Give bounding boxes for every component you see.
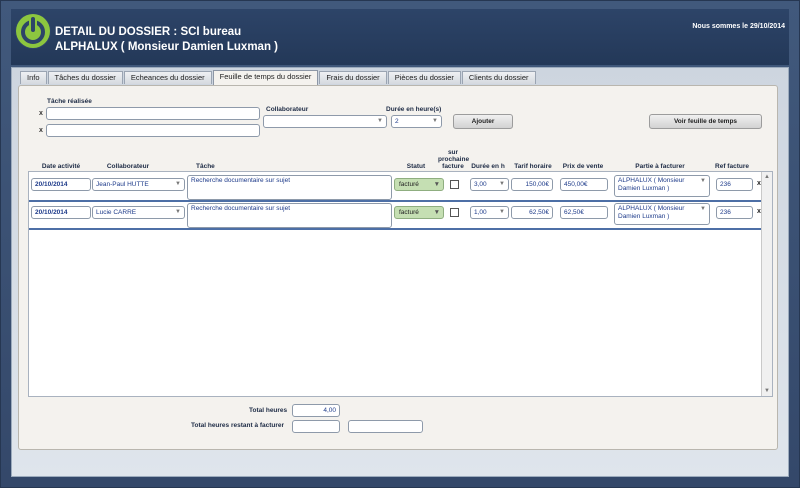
app-window: DETAIL DU DOSSIER : SCI bureau ALPHALUX … bbox=[0, 0, 800, 488]
tab-bar: Info Tâches du dossier Echeances du doss… bbox=[20, 70, 537, 85]
duree-label: Durée en heure(s) bbox=[386, 106, 442, 113]
col-duree: Durée en h bbox=[471, 163, 505, 170]
chevron-down-icon: ▼ bbox=[499, 209, 505, 215]
col-date: Date activité bbox=[41, 163, 81, 170]
partie-value: ALPHALUX ( Monsieur Damien Luxman ) bbox=[618, 177, 685, 192]
clear-tache-button[interactable]: x bbox=[39, 110, 43, 117]
chevron-down-icon: ▼ bbox=[433, 209, 440, 216]
partie-select[interactable]: ALPHALUX ( Monsieur Damien Luxman ) ▼ bbox=[614, 175, 710, 197]
tache-textarea[interactable]: Recherche documentaire sur sujet bbox=[187, 203, 392, 228]
duree-value: 1,00 bbox=[474, 209, 487, 216]
tache-input-2[interactable] bbox=[46, 124, 260, 137]
duree-value: 3,00 bbox=[474, 181, 487, 188]
duree-value: 2 bbox=[395, 118, 399, 125]
timesheet-table: 20/10/2014 Jean-Paul HUTTE ▼ Recherche do… bbox=[28, 171, 773, 397]
tarif-field[interactable]: 62,50€ bbox=[511, 206, 553, 219]
statut-value: facturé bbox=[399, 181, 419, 188]
clear-tache-2-button[interactable]: x bbox=[39, 127, 43, 134]
tarif-field[interactable]: 150,00€ bbox=[511, 178, 553, 191]
ajouter-button[interactable]: Ajouter bbox=[453, 114, 513, 129]
collab-value: Lucie CARRE bbox=[96, 209, 137, 216]
table-scrollbar[interactable]: ▲ ▼ bbox=[761, 172, 772, 396]
prix-field[interactable]: 450,00€ bbox=[560, 178, 608, 191]
total-restant-label: Total heures restant à facturer bbox=[191, 422, 285, 429]
total-restant-amount-field bbox=[348, 420, 423, 433]
collab-value: Jean-Paul HUTTE bbox=[96, 181, 149, 188]
prix-field[interactable]: 62,50€ bbox=[560, 206, 608, 219]
collaborateur-select[interactable]: ▼ bbox=[263, 115, 387, 128]
tache-input[interactable] bbox=[46, 107, 260, 120]
table-row: 20/10/2014 Jean-Paul HUTTE ▼ Recherche do… bbox=[29, 174, 762, 202]
current-date: Nous sommes le 29/10/2014 bbox=[692, 23, 785, 30]
total-restant-field bbox=[292, 420, 340, 433]
collab-select[interactable]: Lucie CARRE ▼ bbox=[92, 206, 185, 219]
col-tache: Tâche bbox=[196, 163, 215, 170]
tab-echeances[interactable]: Echeances du dossier bbox=[123, 71, 212, 84]
chevron-down-icon: ▼ bbox=[433, 181, 440, 188]
col-prochaine: sur prochaine facture bbox=[438, 149, 470, 170]
collab-select[interactable]: Jean-Paul HUTTE ▼ bbox=[92, 178, 185, 191]
chevron-down-icon: ▼ bbox=[700, 178, 706, 184]
tab-clients[interactable]: Clients du dossier bbox=[461, 71, 536, 84]
chevron-down-icon: ▼ bbox=[499, 181, 505, 187]
date-field[interactable]: 20/10/2014 bbox=[31, 178, 91, 191]
duree-select[interactable]: 2 ▼ bbox=[391, 115, 442, 128]
tab-taches[interactable]: Tâches du dossier bbox=[47, 71, 123, 84]
chevron-down-icon: ▼ bbox=[175, 209, 181, 215]
scroll-up-icon[interactable]: ▲ bbox=[764, 174, 770, 180]
tab-info[interactable]: Info bbox=[20, 71, 47, 84]
prochaine-checkbox[interactable] bbox=[450, 208, 459, 217]
ref-field[interactable]: 236 bbox=[716, 178, 753, 191]
col-ref: Ref facture bbox=[715, 163, 749, 170]
col-collab: Collaborateur bbox=[106, 163, 150, 170]
statut-value: facturé bbox=[399, 209, 419, 216]
statut-select[interactable]: facturé ▼ bbox=[394, 206, 444, 219]
voir-feuille-button[interactable]: Voir feuille de temps bbox=[649, 114, 762, 129]
total-heures-label: Total heures bbox=[249, 407, 288, 414]
chevron-down-icon: ▼ bbox=[432, 118, 438, 124]
collaborateur-label: Collaborateur bbox=[266, 106, 309, 113]
col-tarif: Tarif horaire bbox=[514, 163, 552, 170]
prochaine-checkbox[interactable] bbox=[450, 180, 459, 189]
tab-pieces[interactable]: Pièces du dossier bbox=[387, 71, 461, 84]
page-subtitle: ALPHALUX ( Monsieur Damien Luxman ) bbox=[55, 41, 278, 53]
chevron-down-icon: ▼ bbox=[377, 118, 383, 124]
tache-textarea[interactable]: Recherche documentaire sur sujet bbox=[187, 175, 392, 200]
table-row: 20/10/2014 Lucie CARRE ▼ Recherche docume… bbox=[29, 202, 762, 230]
statut-select[interactable]: facturé ▼ bbox=[394, 178, 444, 191]
header-bar: DETAIL DU DOSSIER : SCI bureau ALPHALUX … bbox=[11, 9, 789, 65]
col-prix: Prix de vente bbox=[562, 163, 604, 170]
scroll-down-icon[interactable]: ▼ bbox=[764, 388, 770, 394]
col-statut: Statut bbox=[406, 163, 426, 170]
power-logo-icon bbox=[15, 13, 51, 49]
tab-frais[interactable]: Frais du dossier bbox=[319, 71, 387, 84]
duree-select[interactable]: 3,00 ▼ bbox=[470, 178, 509, 191]
date-field[interactable]: 20/10/2014 bbox=[31, 206, 91, 219]
chevron-down-icon: ▼ bbox=[700, 206, 706, 212]
duree-select[interactable]: 1,00 ▼ bbox=[470, 206, 509, 219]
ref-field[interactable]: 236 bbox=[716, 206, 753, 219]
col-partie: Partie à facturer bbox=[635, 163, 685, 170]
tache-label: Tâche réalisée bbox=[47, 98, 92, 105]
chevron-down-icon: ▼ bbox=[175, 181, 181, 187]
content-area: Info Tâches du dossier Echeances du doss… bbox=[11, 67, 789, 477]
page-title: DETAIL DU DOSSIER : SCI bureau bbox=[55, 26, 242, 38]
partie-value: ALPHALUX ( Monsieur Damien Luxman ) bbox=[618, 205, 685, 220]
partie-select[interactable]: ALPHALUX ( Monsieur Damien Luxman ) ▼ bbox=[614, 203, 710, 225]
tab-feuille-de-temps[interactable]: Feuille de temps du dossier bbox=[212, 70, 319, 85]
total-heures-field: 4,00 bbox=[292, 404, 340, 417]
